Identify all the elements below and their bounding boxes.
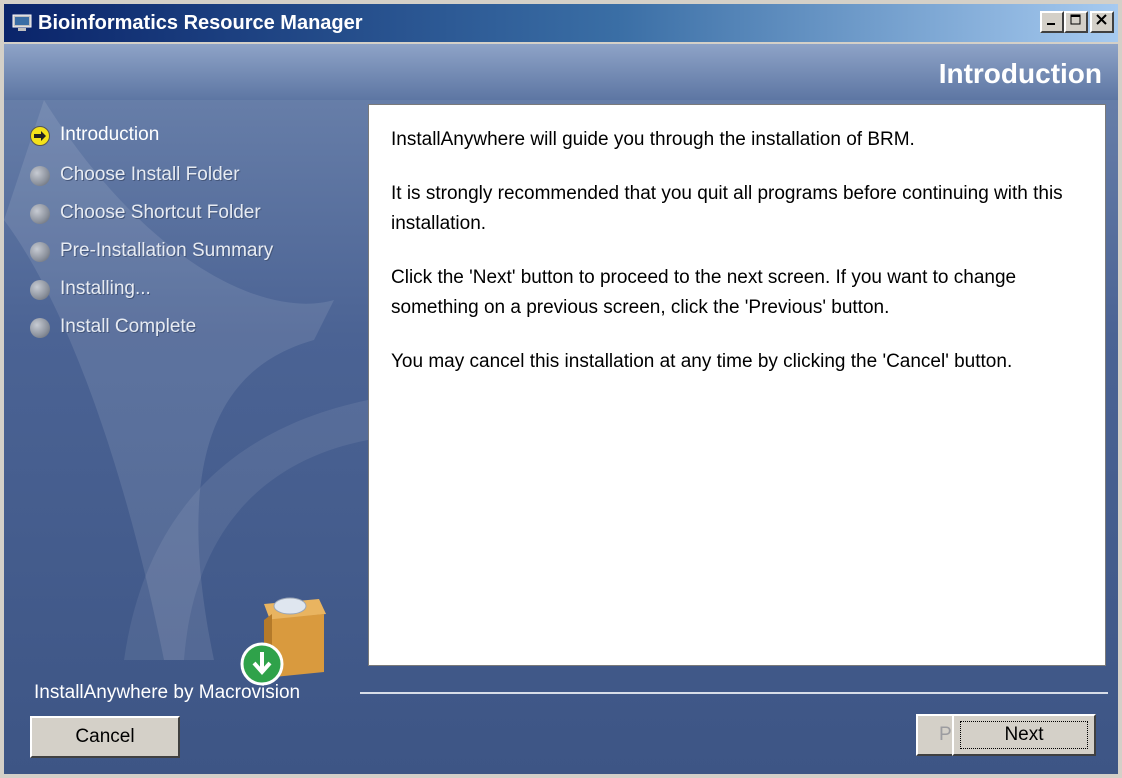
step-label: Pre-Installation Summary xyxy=(60,240,274,261)
step-bullet-icon xyxy=(30,280,50,300)
content-panel: InstallAnywhere will guide you through t… xyxy=(368,104,1106,666)
focus-ring xyxy=(960,721,1088,749)
recommendation-paragraph: It is strongly recommended that you quit… xyxy=(391,183,1063,234)
close-button[interactable] xyxy=(1090,11,1114,33)
brand-label: InstallAnywhere by Macrovision xyxy=(34,682,301,703)
step-bullet-icon xyxy=(30,204,50,224)
step-label: Introduction xyxy=(60,124,160,145)
arrow-right-icon xyxy=(30,126,50,146)
background-arrow-graphic xyxy=(4,100,368,660)
header-bar: Introduction xyxy=(4,44,1118,100)
minimize-button[interactable] xyxy=(1040,11,1064,33)
window-title: Bioinformatics Resource Manager xyxy=(38,12,363,34)
step-label: Choose Install Folder xyxy=(60,164,240,185)
step-label: Install Complete xyxy=(60,316,197,337)
cancel-info-paragraph: You may cancel this installation at any … xyxy=(391,351,1013,372)
install-box-icon xyxy=(240,597,326,686)
minimize-icon xyxy=(1047,23,1055,25)
step-label: Choose Shortcut Folder xyxy=(60,202,261,223)
installer-window: Bioinformatics Resource Manager Introduc… xyxy=(0,0,1122,778)
step-bullet-icon xyxy=(30,242,50,262)
step-bullet-icon xyxy=(30,166,50,186)
next-button[interactable]: Next xyxy=(952,714,1096,756)
close-icon xyxy=(1096,14,1107,25)
title-bar[interactable]: Bioinformatics Resource Manager xyxy=(4,4,1118,42)
intro-paragraph: InstallAnywhere will guide you through t… xyxy=(391,129,915,150)
app-icon xyxy=(12,14,32,31)
installer-body: Introduction Introduction Choose Install… xyxy=(4,44,1118,774)
navigation-paragraph: Click the 'Next' button to proceed to th… xyxy=(391,267,1017,318)
maximize-icon xyxy=(1070,14,1081,25)
footer-divider xyxy=(360,692,1108,694)
page-title: Introduction xyxy=(938,58,1102,89)
maximize-button[interactable] xyxy=(1064,11,1088,33)
step-label: Installing... xyxy=(60,278,151,299)
step-bullet-icon xyxy=(30,318,50,338)
cancel-button[interactable]: Cancel xyxy=(30,716,180,758)
